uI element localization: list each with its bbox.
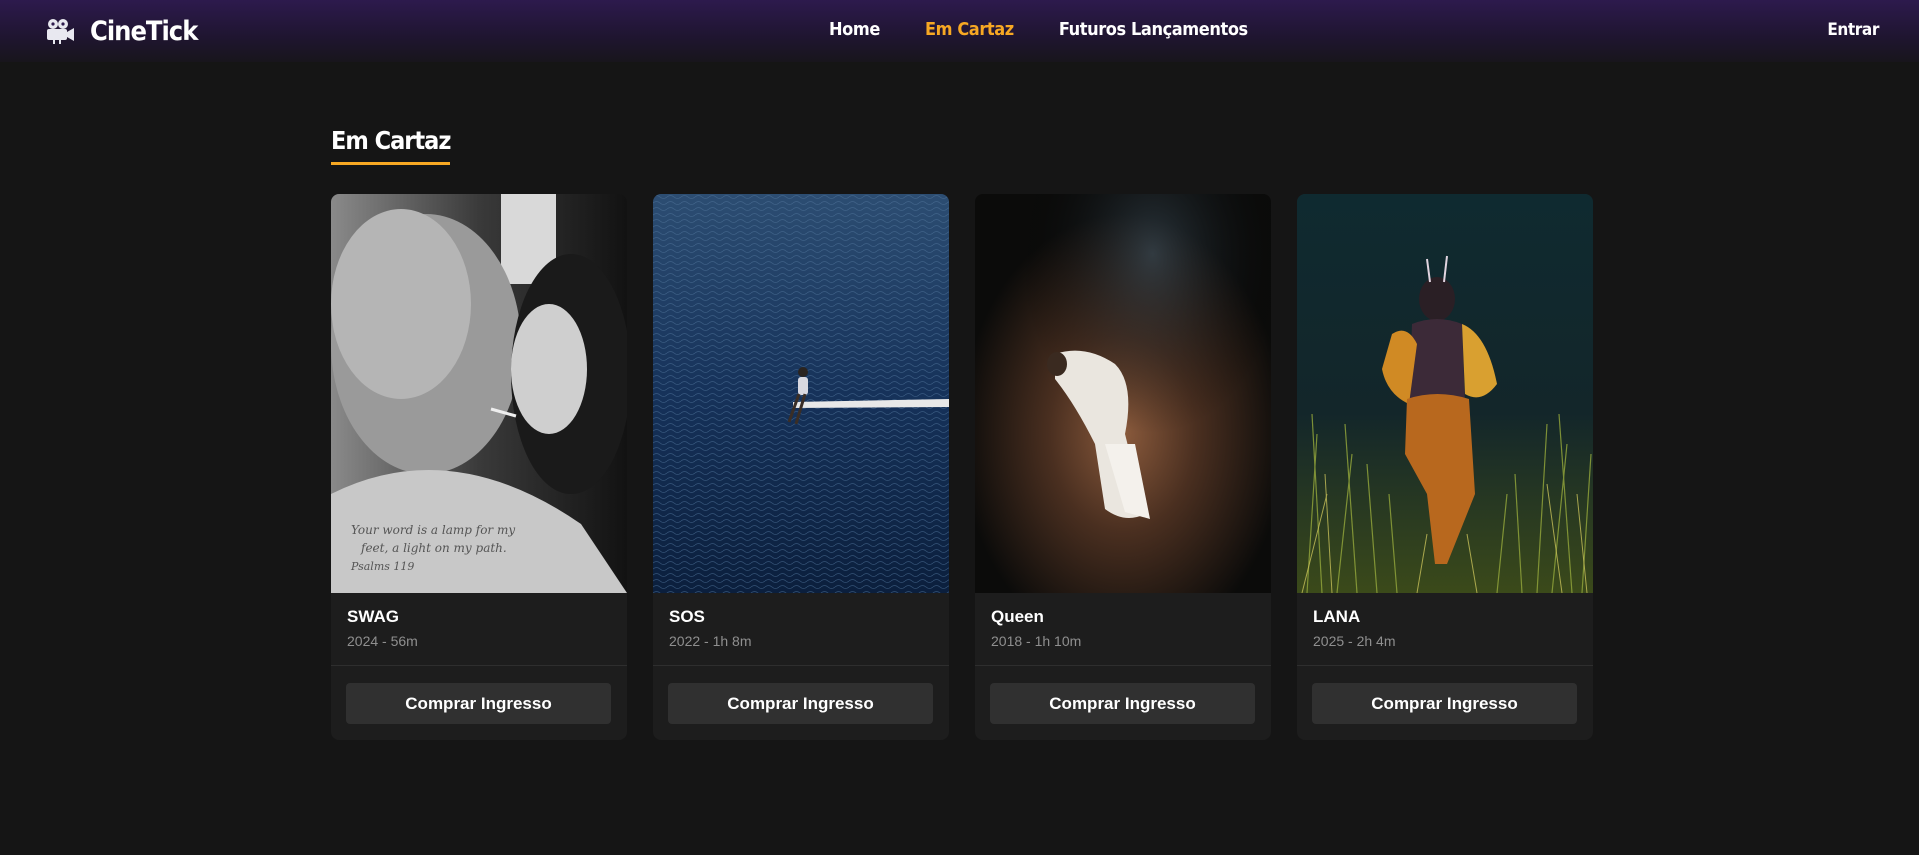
movie-meta: 2025 - 2h 4m (1313, 633, 1396, 649)
nav-link-em-cartaz[interactable]: Em Cartaz (925, 19, 1014, 40)
poster-image (1297, 194, 1593, 593)
movie-meta: 2018 - 1h 10m (991, 633, 1082, 649)
poster-image (975, 194, 1271, 593)
movie-poster-queen[interactable] (975, 194, 1271, 593)
movie-card: Queen 2018 - 1h 10m Comprar Ingresso (975, 194, 1271, 740)
buy-ticket-button[interactable]: Comprar Ingresso (668, 683, 933, 724)
svg-text:Your word is a lamp for my: Your word is a lamp for my (351, 523, 515, 537)
movie-title: LANA (1313, 607, 1361, 626)
nav-link-home[interactable]: Home (829, 19, 880, 40)
buy-ticket-button[interactable]: Comprar Ingresso (990, 683, 1255, 724)
svg-text:feet, a light on my path.: feet, a light on my path. (360, 541, 507, 555)
movie-card: Your word is a lamp for my feet, a light… (331, 194, 627, 740)
movie-grid: Your word is a lamp for my feet, a light… (331, 194, 1593, 740)
movie-info: SOS 2022 - 1h 8m (653, 593, 949, 665)
movie-title: Queen (991, 607, 1044, 626)
brand-name: CineTick (90, 15, 198, 47)
svg-text:Psalms 119: Psalms 119 (350, 560, 414, 573)
card-divider (653, 665, 949, 666)
movie-info: Queen 2018 - 1h 10m (975, 593, 1271, 665)
poster-image (653, 194, 949, 593)
movie-poster-sos[interactable] (653, 194, 949, 593)
poster-image: Your word is a lamp for my feet, a light… (331, 194, 627, 593)
movie-meta: 2022 - 1h 8m (669, 633, 752, 649)
card-divider (975, 665, 1271, 666)
brand[interactable]: CineTick (44, 14, 198, 48)
card-divider (331, 665, 627, 666)
movie-poster-lana[interactable] (1297, 194, 1593, 593)
movie-title: SOS (669, 607, 705, 626)
section-title: Em Cartaz (331, 126, 451, 165)
buy-ticket-button[interactable]: Comprar Ingresso (1312, 683, 1577, 724)
top-navbar: CineTick Home Em Cartaz Futuros Lançamen… (0, 0, 1919, 62)
movie-meta: 2024 - 56m (347, 633, 418, 649)
movie-info: LANA 2025 - 2h 4m (1297, 593, 1593, 665)
film-projector-icon (47, 19, 74, 44)
movie-card: LANA 2025 - 2h 4m Comprar Ingresso (1297, 194, 1593, 740)
nav-link-futuros-lancamentos[interactable]: Futuros Lançamentos (1059, 19, 1248, 40)
login-link[interactable]: Entrar (1827, 20, 1879, 40)
movie-info: SWAG 2024 - 56m (331, 593, 627, 665)
movie-poster-swag[interactable]: Your word is a lamp for my feet, a light… (331, 194, 627, 593)
card-divider (1297, 665, 1593, 666)
movie-card: SOS 2022 - 1h 8m Comprar Ingresso (653, 194, 949, 740)
buy-ticket-button[interactable]: Comprar Ingresso (346, 683, 611, 724)
main-nav: Home Em Cartaz Futuros Lançamentos (829, 19, 1248, 40)
movie-title: SWAG (347, 607, 399, 626)
